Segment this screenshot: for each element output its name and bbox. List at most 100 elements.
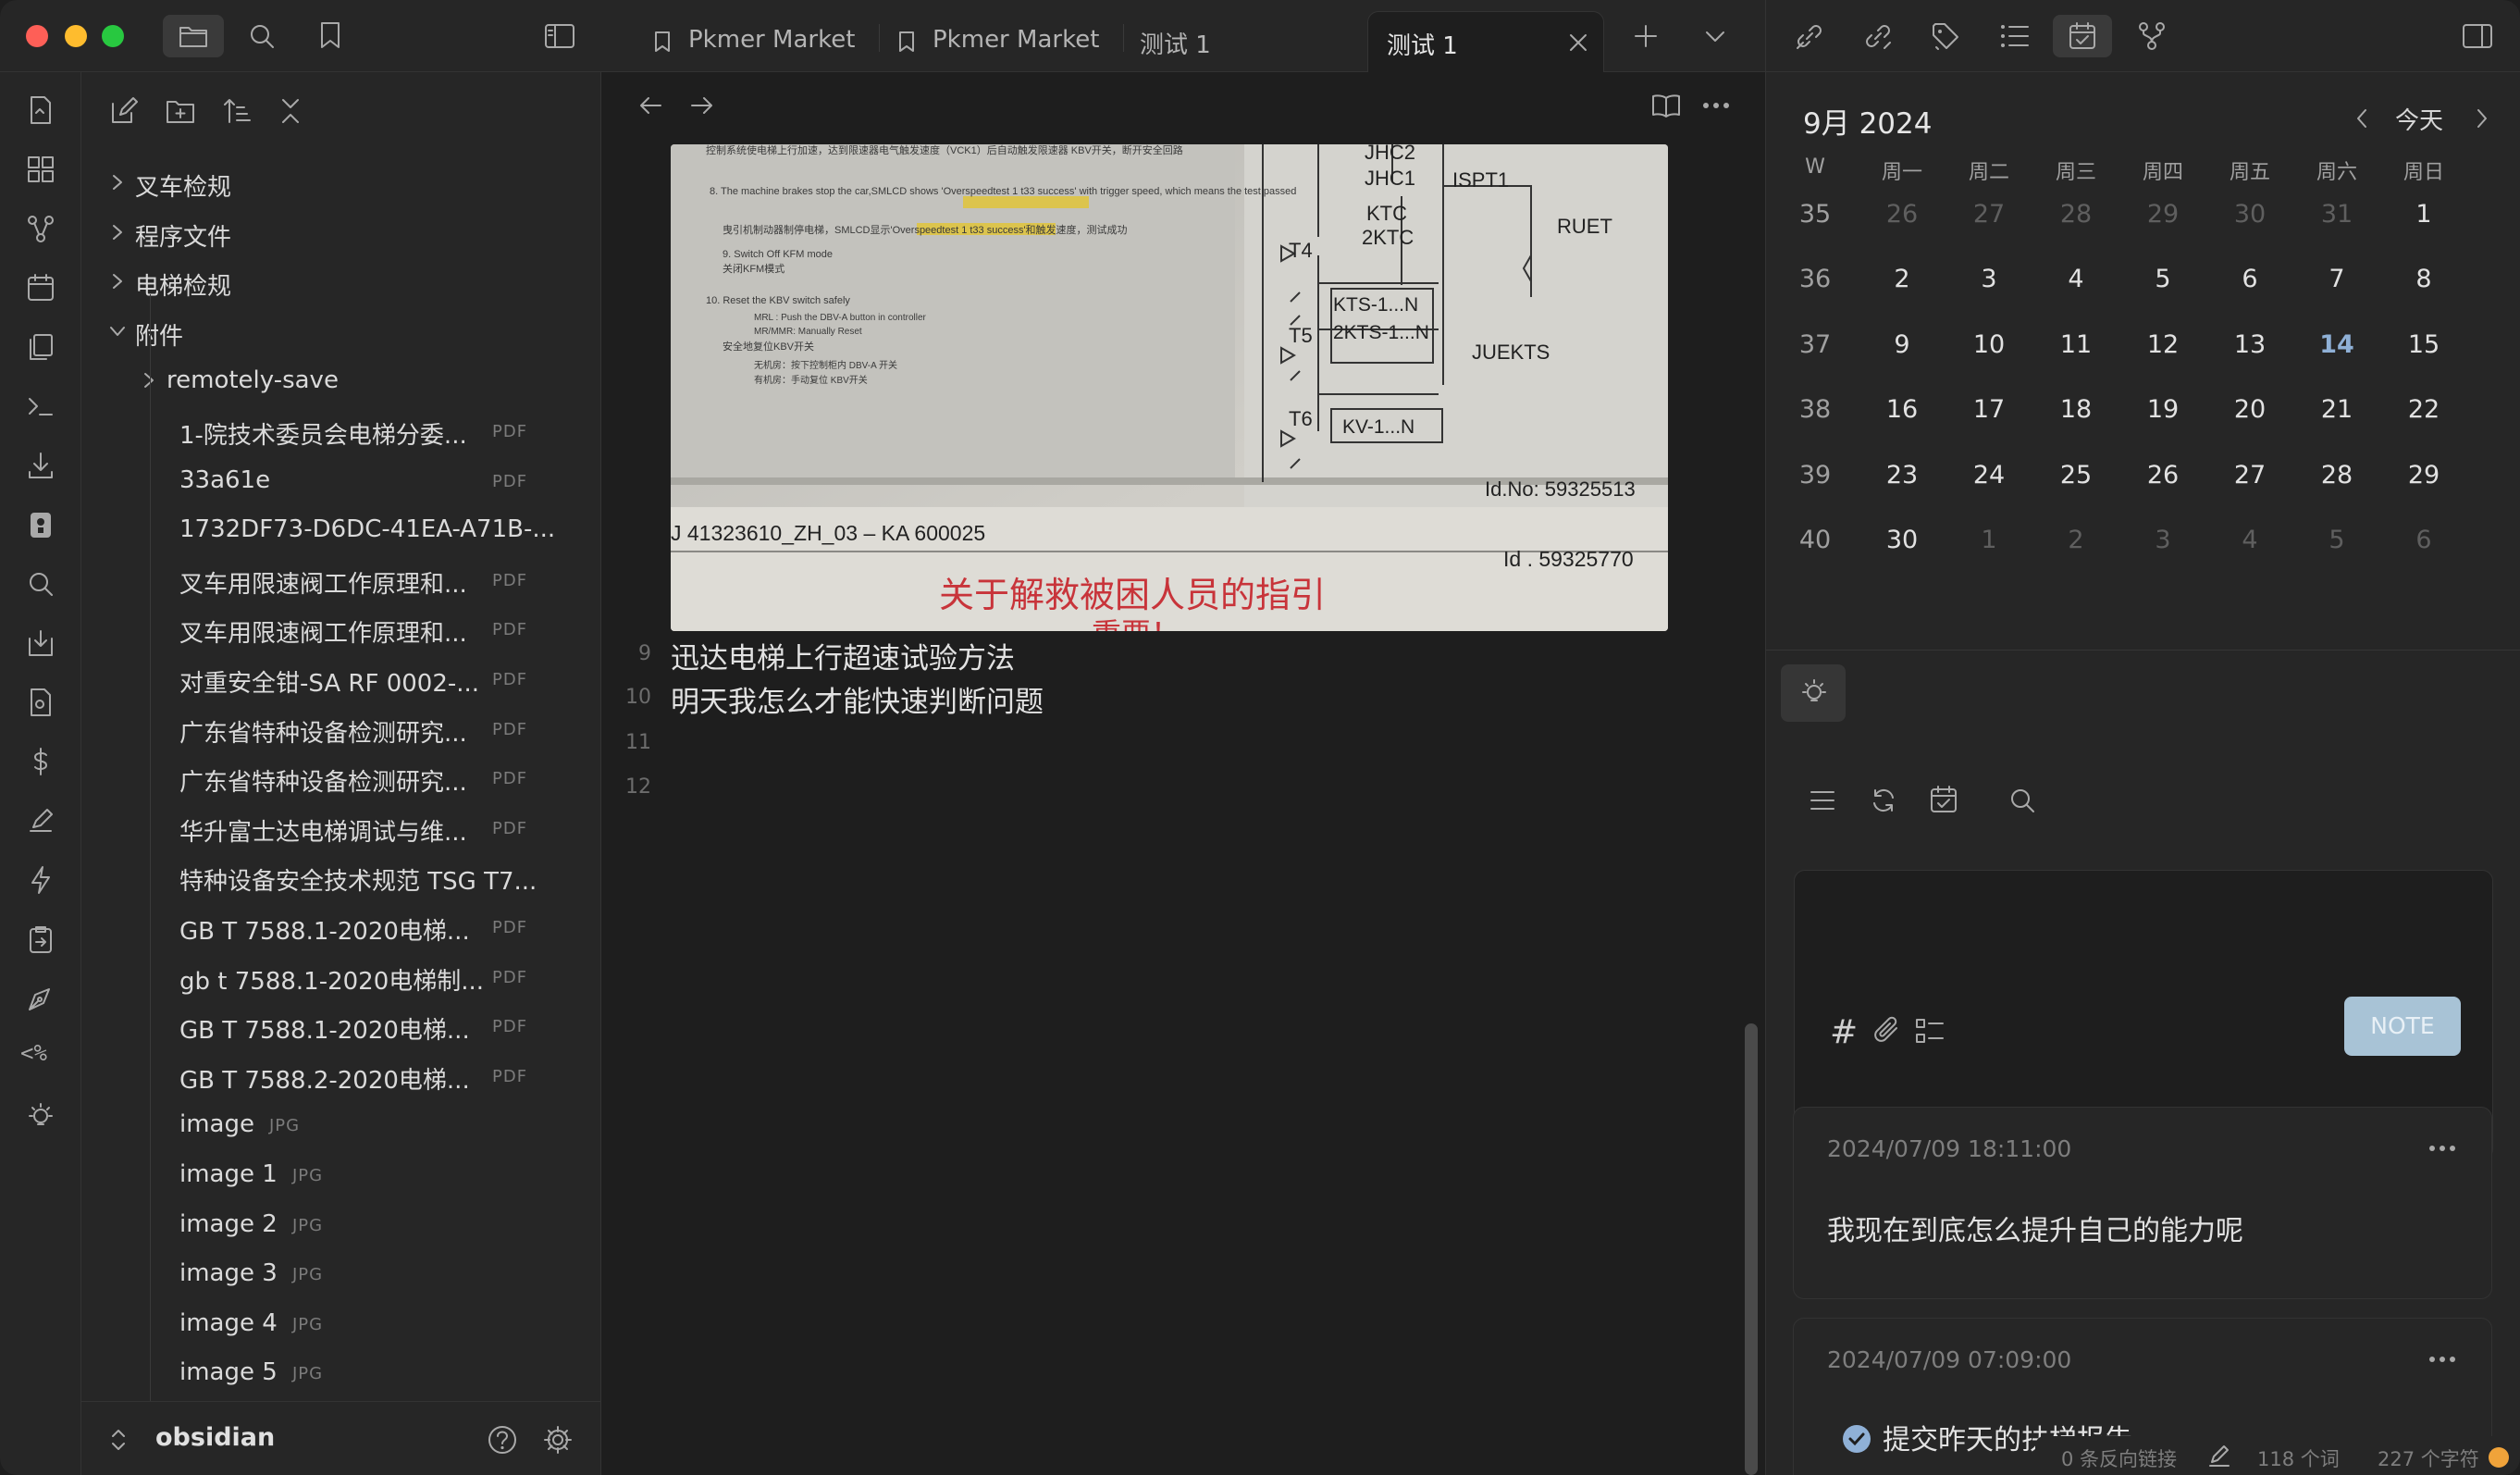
prev-month-icon[interactable]	[2354, 107, 2369, 130]
tab-test-1[interactable]: 测试 1	[1140, 20, 1325, 65]
tab-pkmer-market-1[interactable]: Pkmer Market	[651, 20, 883, 65]
calendar-day[interactable]: 24	[1957, 461, 2021, 490]
calendar-day[interactable]: 23	[1870, 461, 1934, 490]
calendar-day[interactable]: 21	[2304, 395, 2369, 424]
calendar-day[interactable]: 19	[2131, 395, 2195, 424]
graph-view-icon[interactable]	[25, 213, 56, 244]
memo-more-icon[interactable]	[2428, 1356, 2456, 1363]
edit-mode-icon[interactable]	[2207, 1444, 2231, 1469]
import-icon[interactable]	[25, 627, 56, 659]
new-folder-icon[interactable]	[165, 96, 196, 126]
tab-pkmer-market-2[interactable]: Pkmer Market	[896, 20, 1127, 65]
calendar-day[interactable]: 26	[2131, 461, 2195, 490]
calendar-day[interactable]: 12	[2131, 330, 2195, 359]
calendar-week-number[interactable]: 40	[1783, 526, 1847, 554]
forward-arrow-icon[interactable]	[690, 94, 714, 117]
tags-icon[interactable]	[1931, 20, 1962, 52]
memo-calendar-icon[interactable]	[1929, 785, 1958, 814]
file-item[interactable]: 叉车用限速阀工作原理和... PDF	[81, 556, 581, 604]
file-item[interactable]: GB T 7588.2-2020电梯... PDF	[81, 1052, 581, 1100]
outline-list-icon[interactable]	[1999, 20, 2031, 52]
calendar-day[interactable]: 5	[2304, 526, 2369, 554]
download-icon[interactable]	[25, 450, 56, 481]
calendar-tab-button[interactable]	[2053, 15, 2112, 57]
calendar-day[interactable]: 18	[2044, 395, 2108, 424]
files-view-button[interactable]	[163, 15, 224, 57]
calendar-day[interactable]: 2	[2044, 526, 2108, 554]
sidebar-toggle-icon[interactable]	[544, 22, 575, 50]
calendar-week-number[interactable]: 38	[1783, 395, 1847, 424]
calendar-day[interactable]: 29	[2131, 200, 2195, 229]
vault-switch-chevron-icon[interactable]	[109, 1428, 128, 1452]
file-item[interactable]: GB T 7588.1-2020电梯... PDF	[81, 1002, 581, 1050]
back-arrow-icon[interactable]	[638, 94, 662, 117]
calendar-day[interactable]: 4	[2044, 265, 2108, 293]
note-submit-button[interactable]: NOTE	[2344, 997, 2461, 1056]
folder-item[interactable]: 电梯检规	[81, 258, 581, 306]
folder-item[interactable]: 叉车检规	[81, 159, 581, 207]
daily-note-calendar-icon[interactable]	[25, 272, 56, 304]
calendar-day[interactable]: 13	[2217, 330, 2282, 359]
calendar-day[interactable]: 27	[2217, 461, 2282, 490]
bookmark-icon[interactable]	[318, 20, 342, 50]
calendar-day[interactable]: 2	[1870, 265, 1934, 293]
folder-item[interactable]: 附件	[81, 308, 581, 356]
minimize-window-button[interactable]	[65, 25, 87, 47]
calendar-day[interactable]: 3	[1957, 265, 2021, 293]
maximize-window-button[interactable]	[102, 25, 124, 47]
close-window-button[interactable]	[26, 25, 48, 47]
calendar-day[interactable]: 28	[2304, 461, 2369, 490]
backlinks-count[interactable]: 0 条反向链接	[2061, 1444, 2177, 1472]
new-note-icon[interactable]	[109, 96, 139, 126]
attachment-icon[interactable]	[1872, 1015, 1902, 1047]
new-tab-icon[interactable]	[1634, 24, 1658, 48]
calendar-week-number[interactable]: 37	[1783, 330, 1847, 359]
calendar-day[interactable]: 6	[2217, 265, 2282, 293]
calendar-day[interactable]: 20	[2217, 395, 2282, 424]
embedded-image[interactable]: 控制系统使电梯上行加速，达到限速器电气触发速度（VCK1）后自动触发限速器 KB…	[671, 144, 1668, 631]
copy-files-icon[interactable]	[25, 331, 56, 363]
calendar-day[interactable]: 1	[2391, 200, 2456, 229]
calendar-day[interactable]: 4	[2217, 526, 2282, 554]
memo-more-icon[interactable]	[2428, 1145, 2456, 1152]
file-item[interactable]: 对重安全钳-SA RF 0002-... PDF	[81, 655, 581, 703]
file-item[interactable]: 广东省特种设备检测研究... PDF	[81, 705, 581, 753]
editor-line[interactable]: 迅达电梯上行超速试验方法	[671, 635, 1015, 676]
file-item[interactable]: image 1 JPG	[81, 1151, 581, 1199]
menu-icon[interactable]	[1809, 788, 1836, 812]
calendar-day[interactable]: 30	[1870, 526, 1934, 554]
file-search-icon[interactable]	[25, 687, 56, 718]
file-item[interactable]: 华升富士达电梯调试与维... PDF	[81, 804, 581, 852]
sort-icon[interactable]	[222, 96, 252, 126]
calendar-week-number[interactable]: 35	[1783, 200, 1847, 229]
task-check-icon[interactable]	[1842, 1424, 1871, 1454]
calendar-day[interactable]: 8	[2391, 265, 2456, 293]
templater-icon[interactable]: <%	[20, 1040, 47, 1066]
file-item[interactable]: gb t 7588.1-2020电梯制... PDF	[81, 953, 581, 1001]
calendar-day[interactable]: 16	[1870, 395, 1934, 424]
memo-card[interactable]: 2024/07/09 18:11:00 我现在到底怎么提升自己的能力呢	[1793, 1107, 2492, 1299]
calendar-day[interactable]: 6	[2391, 526, 2456, 554]
calendar-day[interactable]: 10	[1957, 330, 2021, 359]
search-icon[interactable]	[248, 22, 276, 50]
plugin-icon[interactable]	[25, 509, 56, 540]
file-item[interactable]: image 5 JPG	[81, 1349, 581, 1397]
pen-tool-icon[interactable]	[25, 983, 56, 1014]
file-item[interactable]: 1-院技术委员会电梯分委... PDF	[81, 407, 581, 455]
hashtag-icon[interactable]: #	[1830, 1013, 1858, 1051]
highlighter-icon[interactable]	[25, 805, 56, 837]
calendar-day[interactable]: 15	[2391, 330, 2456, 359]
calendar-day[interactable]: 7	[2304, 265, 2369, 293]
next-month-icon[interactable]	[2475, 107, 2489, 130]
file-item[interactable]: image 2 JPG	[81, 1201, 581, 1249]
calendar-day[interactable]: 3	[2131, 526, 2195, 554]
calendar-day[interactable]: 9	[1870, 330, 1934, 359]
right-sidebar-toggle-icon[interactable]	[2462, 22, 2493, 50]
calendar-day[interactable]: 25	[2044, 461, 2108, 490]
chevron-right-icon[interactable]	[107, 222, 128, 242]
calendar-day[interactable]: 5	[2131, 265, 2195, 293]
sync-status-indicator[interactable]	[2489, 1447, 2509, 1468]
tab-list-chevron-icon[interactable]	[1704, 28, 1726, 44]
vault-name[interactable]: obsidian	[155, 1423, 275, 1452]
file-item[interactable]: 特种设备安全技术规范 TSG T7...	[81, 853, 581, 901]
